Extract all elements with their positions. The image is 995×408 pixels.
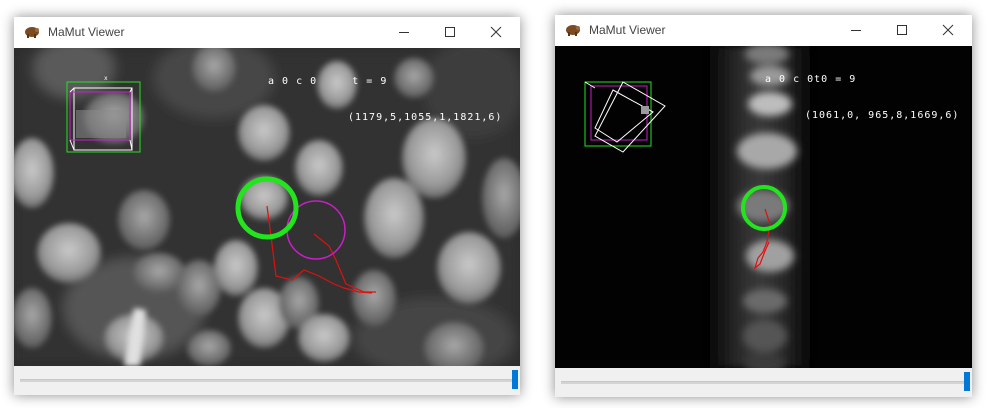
time-slider-panel xyxy=(14,366,520,395)
cursor-coordinates: (1179,5,1055,1,1821,6) xyxy=(348,112,503,123)
time-info-overlay: a 0 c 0t0 = 9 (1061,0, 965,8,1669,6) xyxy=(765,50,959,146)
time-slider-track[interactable] xyxy=(561,381,966,384)
window-title: MaMut Viewer xyxy=(48,25,125,39)
minimize-button[interactable] xyxy=(382,17,428,48)
time-slider-panel xyxy=(555,368,972,397)
image-viewer-canvas[interactable]: a 0 c 0t0 = 9 (1061,0, 965,8,1669,6) xyxy=(555,46,972,368)
mamut-app-icon xyxy=(25,27,39,38)
close-icon xyxy=(942,24,954,36)
maximize-button[interactable] xyxy=(880,15,926,46)
mamut-viewer-window-2: MaMut Viewer a 0 c 0t0 = 9 (1061,0, 965,… xyxy=(555,15,972,397)
mamut-viewer-window-1: MaMut Viewer x a 0 c 0 t = 9 (1179,5,105… xyxy=(14,17,520,395)
time-info-overlay: a 0 c 0 t = 9 (1179,5,1055,1,1821,6) xyxy=(268,52,502,148)
close-button[interactable] xyxy=(926,15,972,46)
minimize-icon xyxy=(851,30,861,31)
close-button[interactable] xyxy=(474,17,520,48)
close-icon xyxy=(490,26,502,38)
time-slider-thumb[interactable] xyxy=(964,372,970,391)
time-slider-track[interactable] xyxy=(20,379,514,382)
image-viewer-canvas[interactable]: x a 0 c 0 t = 9 (1179,5,1055,1,1821,6) xyxy=(14,48,520,366)
time-slider-thumb[interactable] xyxy=(512,370,518,389)
window-title: MaMut Viewer xyxy=(589,23,666,37)
maximize-icon xyxy=(445,27,455,37)
cursor-coordinates: (1061,0, 965,8,1669,6) xyxy=(805,110,960,121)
spot-selected[interactable] xyxy=(234,175,300,241)
mamut-app-icon xyxy=(566,25,580,36)
timepoint-label: a 0 c 0 t = 9 xyxy=(268,76,388,87)
minimize-button[interactable] xyxy=(834,15,880,46)
minimize-icon xyxy=(399,32,409,33)
maximize-button[interactable] xyxy=(428,17,474,48)
maximize-icon xyxy=(897,25,907,35)
spot-selected[interactable] xyxy=(739,183,789,233)
timepoint-label: a 0 c 0t0 = 9 xyxy=(765,74,857,85)
title-bar[interactable]: MaMut Viewer xyxy=(14,17,520,48)
title-bar[interactable]: MaMut Viewer xyxy=(555,15,972,46)
